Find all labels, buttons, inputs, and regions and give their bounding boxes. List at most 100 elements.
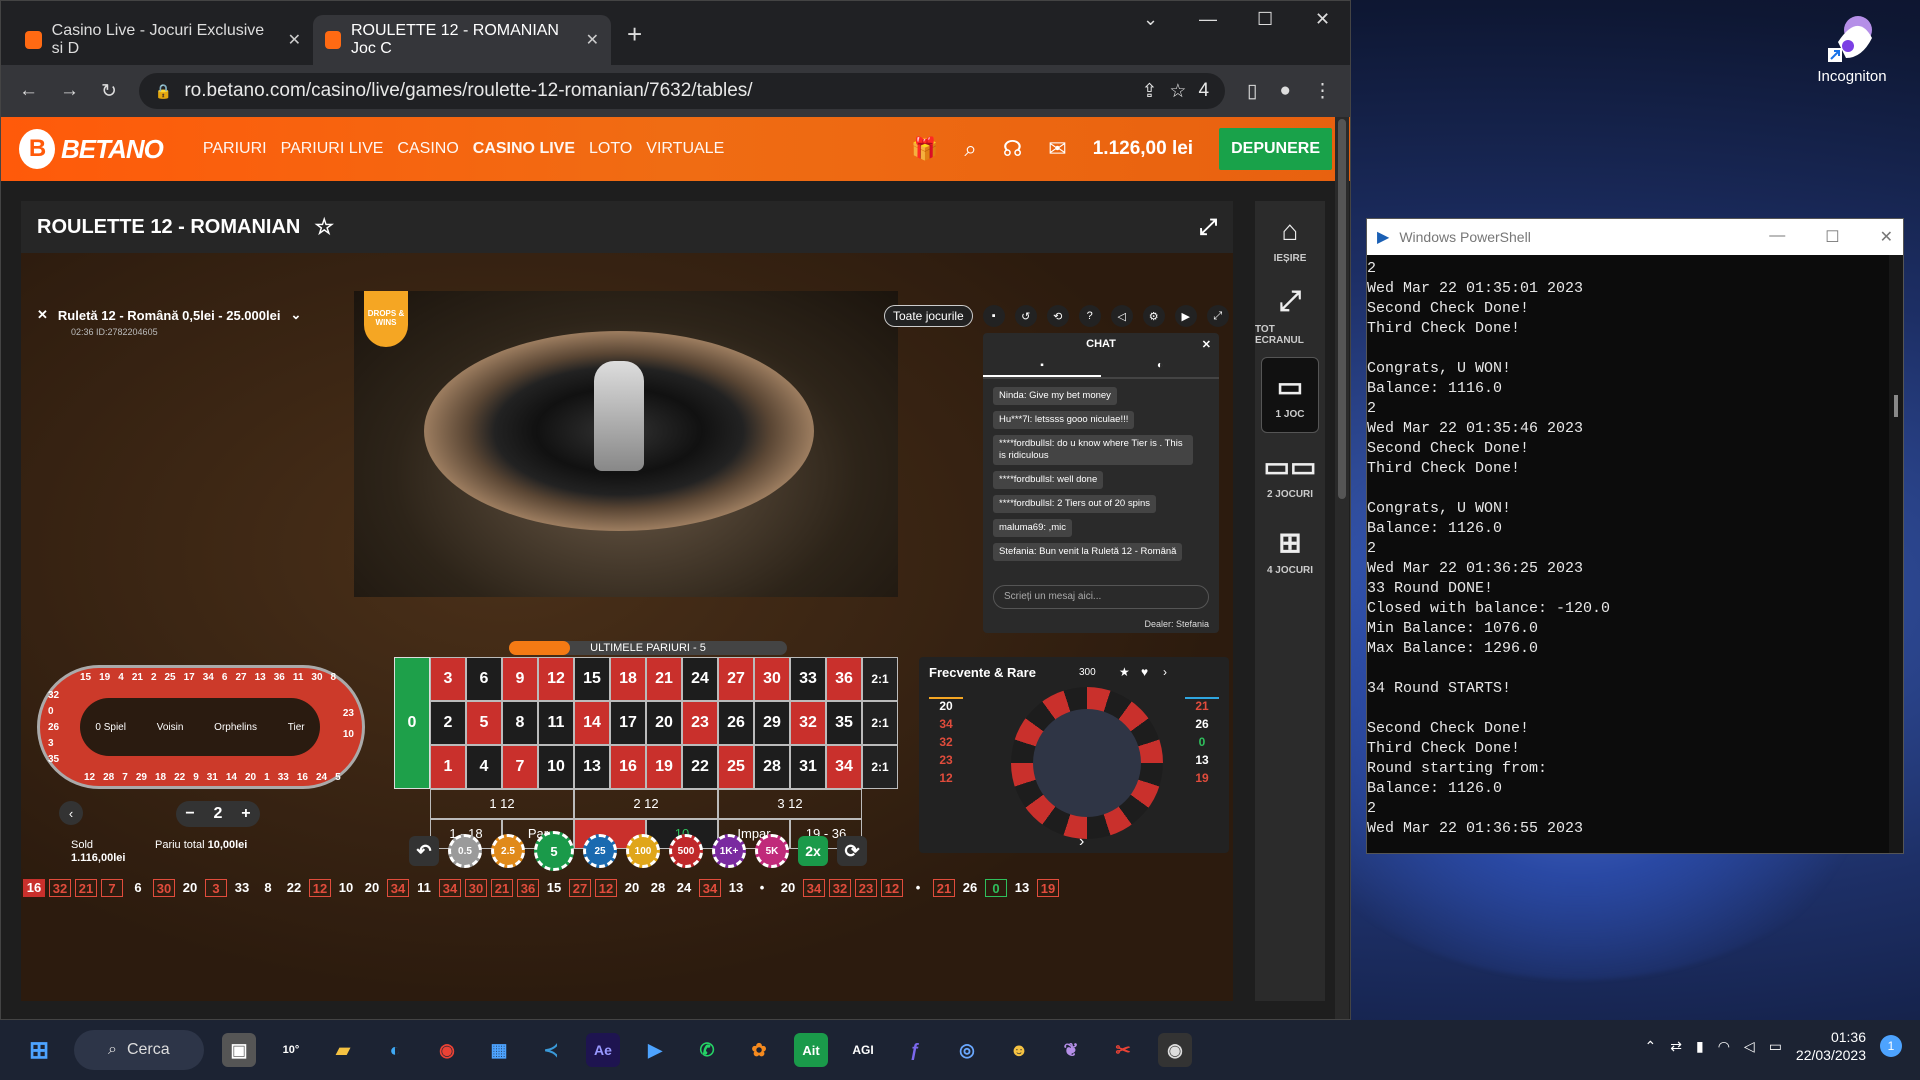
undo-icon[interactable]: ⟲ [1046,305,1069,327]
number-cell[interactable]: 25 [718,745,754,789]
chrome-icon[interactable]: ◉ [430,1033,464,1067]
number-cell[interactable]: 16 [610,745,646,789]
number-cell[interactable]: 9 [502,657,538,701]
racetrack-number[interactable]: 5 [335,772,341,783]
racetrack-number[interactable]: 2 [151,672,157,683]
number-cell[interactable]: 15 [574,657,610,701]
chevron-down-icon[interactable]: ⌄ [290,307,301,323]
sidebar-fullscreen[interactable]: ⤢ TOT ECRANUL [1255,277,1325,353]
after-effects-icon[interactable]: Ae [586,1033,620,1067]
back-icon[interactable]: ← [19,80,38,102]
racetrack-number[interactable]: 20 [245,772,256,783]
racetrack-number[interactable]: 32 [48,690,59,701]
number-cell[interactable]: 3 [430,657,466,701]
chip-5k[interactable]: 5K [755,834,789,868]
racetrack-number[interactable]: 18 [155,772,166,783]
whatsapp-icon[interactable]: ✆ [690,1033,724,1067]
racetrack-number[interactable]: 35 [48,754,59,765]
racetrack-number[interactable]: 25 [165,672,176,683]
minimize-icon[interactable]: — [1769,227,1785,247]
column-bet-cell[interactable]: 2:1 [862,745,898,789]
number-cell[interactable]: 22 [682,745,718,789]
section-orphelins[interactable]: Orphelins [214,722,257,733]
racetrack-number[interactable]: 26 [48,722,59,733]
dozen-3[interactable]: 3 12 [718,789,862,819]
number-cell[interactable]: 6 [466,657,502,701]
racetrack-number[interactable]: 10 [343,729,354,740]
plus-icon[interactable]: + [241,805,250,823]
maximize-icon[interactable]: ☐ [1825,227,1839,247]
number-cell[interactable]: 11 [538,701,574,745]
sidebar-4-games[interactable]: ⊞ 4 JOCURI [1255,513,1325,589]
number-cell[interactable]: 30 [754,657,790,701]
close-window-icon[interactable]: ✕ [1315,9,1330,30]
page-scrollbar[interactable] [1335,117,1349,1019]
close-tab-icon[interactable]: ✕ [586,30,599,50]
column-bet-cell[interactable]: 2:1 [862,657,898,701]
agi-icon[interactable]: AGI [846,1033,880,1067]
incogniton-taskbar-icon[interactable]: ❦ [1054,1033,1088,1067]
number-cell[interactable]: 35 [826,701,862,745]
chip-500[interactable]: 500 [669,834,703,868]
number-cell[interactable]: 2 [430,701,466,745]
gift-icon[interactable]: 🎁 [911,136,938,162]
racetrack-number[interactable]: 29 [136,772,147,783]
racetrack-number[interactable]: 6 [222,672,228,683]
undo-bet-icon[interactable]: ↶ [409,836,439,866]
tab-chat[interactable]: ▪ [983,355,1101,377]
racetrack-number[interactable]: 16 [297,772,308,783]
minus-icon[interactable]: − [185,805,194,823]
history-icon[interactable]: ↺ [1014,305,1037,327]
racetrack-number[interactable]: 7 [122,772,128,783]
url-field[interactable]: 🔒 ro.betano.com/casino/live/games/roulet… [138,73,1226,109]
next-icon[interactable]: › [1163,665,1167,679]
close-chat-icon[interactable]: ✕ [1202,338,1211,351]
stats-next-icon[interactable]: › [1079,833,1084,851]
task-view-icon[interactable]: ▣ [222,1033,256,1067]
dozen-2[interactable]: 2 12 [574,789,718,819]
column-bet-cell[interactable]: 2:1 [862,701,898,745]
number-cell[interactable]: 14 [574,701,610,745]
powershell-output[interactable]: 2 Wed Mar 22 01:35:01 2023 Second Check Do… [1367,255,1889,853]
menu-icon[interactable]: ⋮ [1313,80,1332,103]
desktop-icon-incogniton[interactable]: Incogniton [1812,12,1892,85]
taskbar-search[interactable]: ⌕ Cerca [74,1030,204,1070]
sidebar-2-games[interactable]: ▭▭ 2 JOCURI [1255,437,1325,513]
maximize-icon[interactable]: ☐ [1257,9,1273,30]
racetrack-number[interactable]: 19 [99,672,110,683]
chat-icon[interactable]: ▪ [982,305,1005,327]
racetrack-number[interactable]: 17 [184,672,195,683]
powershell-scrollbar[interactable] [1889,255,1903,853]
number-cell[interactable]: 20 [646,701,682,745]
battery-icon[interactable]: ▭ [1769,1038,1782,1055]
edge-icon[interactable]: ◐ [378,1033,412,1067]
number-cell[interactable]: 29 [754,701,790,745]
racetrack-number[interactable]: 1 [264,772,270,783]
double-button[interactable]: 2x [798,836,828,866]
profile-icon[interactable]: ● [1280,80,1291,102]
tab-roulette[interactable]: ROULETTE 12 - ROMANIAN Joc C ✕ [313,15,611,65]
performance-icon[interactable]: ▮ [1696,1038,1704,1055]
zero-cell[interactable]: 0 [394,657,430,789]
chip-25[interactable]: 25 [583,834,617,868]
racetrack-number[interactable]: 9 [193,772,199,783]
new-tab-icon[interactable]: + [627,19,642,50]
store-icon[interactable]: ▦ [482,1033,516,1067]
nav-loto[interactable]: LOTO [589,140,632,158]
sidebar-1-game[interactable]: ▭ 1 JOC [1261,357,1319,433]
chip-100[interactable]: 100 [626,834,660,868]
chip-0-5[interactable]: 0.5 [448,834,482,868]
stats-spins[interactable]: 300 [1079,667,1096,678]
forward-icon[interactable]: → [60,80,79,102]
number-cell[interactable]: 4 [466,745,502,789]
number-cell[interactable]: 8 [502,701,538,745]
close-tab-icon[interactable]: ✕ [288,30,301,50]
section-voisin[interactable]: Voisin [157,722,184,733]
settings-icon[interactable]: ⚙ [1142,305,1165,327]
prev-icon[interactable]: ‹ [59,801,83,825]
racetrack-number[interactable]: 34 [203,672,214,683]
network-icon[interactable]: ⇄ [1670,1038,1682,1055]
number-cell[interactable]: 27 [718,657,754,701]
bet-stepper[interactable]: − 2 + [176,801,260,827]
chat-input[interactable]: Scrieți un mesaj aici... [993,585,1209,609]
